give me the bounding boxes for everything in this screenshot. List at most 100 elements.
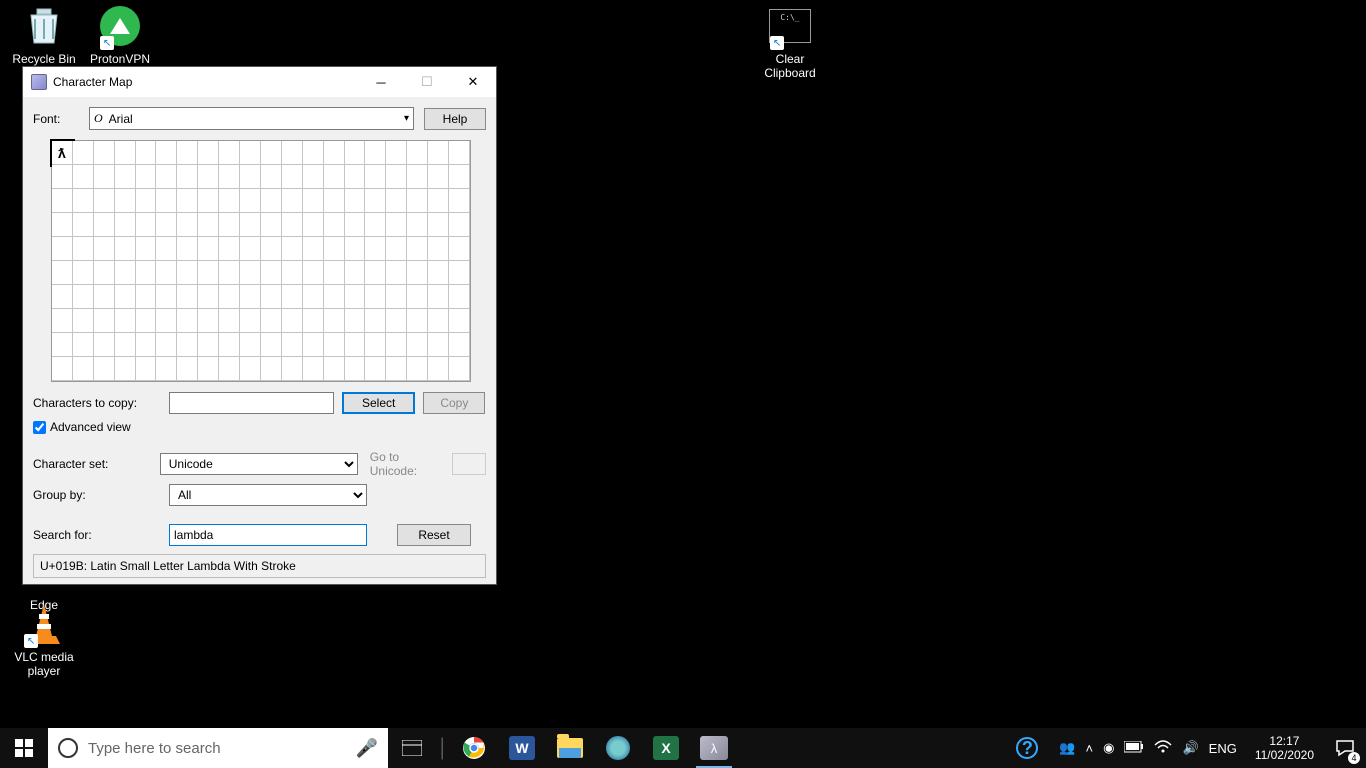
- groupby-dropdown[interactable]: All: [169, 484, 367, 506]
- grid-cell[interactable]: [73, 261, 94, 285]
- grid-cell[interactable]: [177, 189, 198, 213]
- grid-cell[interactable]: [52, 357, 73, 381]
- grid-cell[interactable]: [365, 165, 386, 189]
- grid-cell[interactable]: [177, 357, 198, 381]
- help-button[interactable]: Help: [424, 108, 486, 130]
- grid-cell[interactable]: [177, 237, 198, 261]
- clear-clipboard-icon[interactable]: C:\_ Clear Clipboard: [752, 2, 828, 81]
- grid-cell[interactable]: [345, 189, 366, 213]
- grid-cell[interactable]: [52, 189, 73, 213]
- grid-cell[interactable]: [428, 285, 449, 309]
- grid-cell[interactable]: [240, 165, 261, 189]
- grid-cell[interactable]: [386, 261, 407, 285]
- grid-cell[interactable]: [52, 309, 73, 333]
- grid-cell[interactable]: [407, 333, 428, 357]
- font-dropdown[interactable]: O Arial ▾: [89, 107, 414, 130]
- grid-cell[interactable]: [365, 285, 386, 309]
- grid-cell[interactable]: [407, 261, 428, 285]
- grid-cell[interactable]: [428, 309, 449, 333]
- grid-cell[interactable]: [303, 165, 324, 189]
- grid-cell[interactable]: [365, 261, 386, 285]
- grid-cell[interactable]: [303, 237, 324, 261]
- grid-cell[interactable]: [303, 141, 324, 165]
- character-grid[interactable]: ƛ: [51, 140, 471, 382]
- grid-cell[interactable]: [407, 357, 428, 381]
- grid-cell[interactable]: [198, 333, 219, 357]
- grid-cell[interactable]: [115, 261, 136, 285]
- grid-cell[interactable]: [449, 285, 470, 309]
- grid-cell[interactable]: [407, 237, 428, 261]
- grid-cell[interactable]: [282, 357, 303, 381]
- grid-cell[interactable]: [156, 285, 177, 309]
- grid-cell[interactable]: [73, 237, 94, 261]
- grid-cell[interactable]: [365, 189, 386, 213]
- grid-cell[interactable]: [282, 237, 303, 261]
- grid-cell[interactable]: [282, 261, 303, 285]
- grid-cell[interactable]: [219, 285, 240, 309]
- chrome-taskbar-icon[interactable]: [450, 728, 498, 768]
- titlebar[interactable]: Character Map ─ ☐ ✕: [23, 67, 496, 97]
- grid-cell[interactable]: [365, 333, 386, 357]
- grid-cell[interactable]: [303, 357, 324, 381]
- grid-cell[interactable]: [136, 213, 157, 237]
- grid-cell[interactable]: [115, 237, 136, 261]
- grid-cell[interactable]: [365, 237, 386, 261]
- grid-cell[interactable]: [324, 261, 345, 285]
- grid-cell[interactable]: [428, 357, 449, 381]
- copy-button[interactable]: Copy: [423, 392, 485, 414]
- search-input[interactable]: [169, 524, 367, 546]
- grid-cell[interactable]: [219, 357, 240, 381]
- grid-cell[interactable]: [407, 189, 428, 213]
- grid-cell[interactable]: [324, 285, 345, 309]
- grid-cell[interactable]: [73, 213, 94, 237]
- grid-cell[interactable]: ƛ: [52, 141, 73, 165]
- grid-cell[interactable]: [94, 357, 115, 381]
- grid-cell[interactable]: [219, 309, 240, 333]
- grid-cell[interactable]: [386, 237, 407, 261]
- grid-cell[interactable]: [282, 333, 303, 357]
- grid-cell[interactable]: [156, 141, 177, 165]
- grid-cell[interactable]: [324, 165, 345, 189]
- grid-cell[interactable]: [386, 189, 407, 213]
- grid-cell[interactable]: [52, 165, 73, 189]
- grid-cell[interactable]: [449, 309, 470, 333]
- grid-cell[interactable]: [449, 237, 470, 261]
- grid-cell[interactable]: [261, 333, 282, 357]
- maximize-button[interactable]: ☐: [404, 67, 450, 97]
- language-indicator[interactable]: ENG: [1209, 741, 1237, 756]
- battery-tray-icon[interactable]: [1124, 741, 1144, 756]
- grid-cell[interactable]: [219, 189, 240, 213]
- grid-cell[interactable]: [324, 357, 345, 381]
- grid-cell[interactable]: [198, 213, 219, 237]
- grid-cell[interactable]: [449, 189, 470, 213]
- taskbar-search[interactable]: Type here to search 🎤: [48, 728, 388, 768]
- grid-cell[interactable]: [219, 333, 240, 357]
- people-tray-icon[interactable]: 👥: [1059, 740, 1075, 756]
- volume-tray-icon[interactable]: 🔊: [1182, 740, 1198, 756]
- grid-cell[interactable]: [198, 165, 219, 189]
- grid-cell[interactable]: [303, 261, 324, 285]
- grid-cell[interactable]: [345, 165, 366, 189]
- grid-cell[interactable]: [303, 309, 324, 333]
- charmap-taskbar-icon[interactable]: λ: [690, 728, 738, 768]
- grid-cell[interactable]: [115, 189, 136, 213]
- grid-cell[interactable]: [386, 333, 407, 357]
- grid-cell[interactable]: [345, 333, 366, 357]
- grid-cell[interactable]: [449, 357, 470, 381]
- grid-cell[interactable]: [240, 213, 261, 237]
- grid-cell[interactable]: [219, 261, 240, 285]
- grid-cell[interactable]: [198, 285, 219, 309]
- grid-cell[interactable]: [94, 333, 115, 357]
- grid-cell[interactable]: [136, 141, 157, 165]
- help-tray-icon[interactable]: ?: [1003, 728, 1051, 768]
- grid-cell[interactable]: [136, 189, 157, 213]
- close-button[interactable]: ✕: [450, 67, 496, 97]
- grid-cell[interactable]: [261, 213, 282, 237]
- grid-cell[interactable]: [115, 165, 136, 189]
- grid-cell[interactable]: [73, 285, 94, 309]
- grid-cell[interactable]: [407, 141, 428, 165]
- clock[interactable]: 12:17 11/02/2020: [1245, 734, 1324, 763]
- grid-cell[interactable]: [94, 213, 115, 237]
- grid-cell[interactable]: [240, 357, 261, 381]
- grid-cell[interactable]: [428, 333, 449, 357]
